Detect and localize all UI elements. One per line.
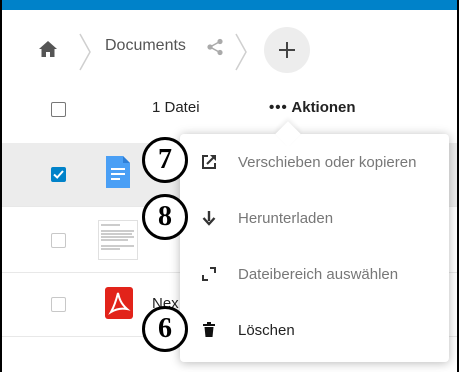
- callout-marker: 8: [142, 194, 188, 240]
- breadcrumb-documents[interactable]: Documents: [105, 37, 186, 55]
- callout-marker: 7: [142, 137, 188, 183]
- document-icon: [106, 156, 130, 188]
- menu-item-label: Verschieben oder kopieren: [238, 153, 417, 171]
- download-arrow-icon: [200, 209, 218, 227]
- actions-menu-button[interactable]: ••• Aktionen: [269, 99, 356, 116]
- menu-item-select-area[interactable]: Dateibereich auswählen: [180, 246, 449, 302]
- pdf-icon: [105, 287, 133, 319]
- actions-dropdown: Verschieben oder kopieren Herunterladen …: [180, 121, 449, 362]
- actions-label: Aktionen: [291, 99, 356, 116]
- trash-icon: [200, 321, 218, 339]
- menu-item-label: Dateibereich auswählen: [238, 265, 399, 283]
- breadcrumb: Documents: [2, 10, 457, 84]
- header-bar: [2, 0, 457, 10]
- breadcrumb-separator-icon: [79, 33, 91, 71]
- more-icon: •••: [269, 99, 288, 116]
- plus-icon: [279, 42, 295, 58]
- menu-item-label: Löschen: [238, 321, 295, 339]
- file-list-header: 1 Datei ••• Aktionen: [2, 84, 457, 136]
- selection-count: 1 Datei: [152, 99, 200, 116]
- select-area-icon: [200, 265, 218, 283]
- menu-item-move-copy[interactable]: Verschieben oder kopieren: [180, 134, 449, 190]
- check-icon: [53, 170, 64, 179]
- app-window: Documents 1 Datei ••• Aktionen Nex Versc…: [0, 0, 459, 372]
- menu-item-label: Herunterladen: [238, 209, 334, 227]
- row-checkbox[interactable]: [51, 297, 66, 312]
- breadcrumb-separator-icon: [235, 33, 247, 71]
- row-checkbox[interactable]: [51, 233, 66, 248]
- share-icon[interactable]: [206, 38, 224, 56]
- row-checkbox[interactable]: [51, 167, 66, 182]
- text-thumbnail-icon: [98, 220, 138, 260]
- callout-marker: 6: [142, 306, 188, 352]
- menu-item-delete[interactable]: Löschen: [180, 302, 449, 358]
- new-file-button[interactable]: [264, 27, 310, 73]
- external-link-icon: [200, 153, 218, 171]
- menu-item-download[interactable]: Herunterladen: [180, 190, 449, 246]
- select-all-checkbox[interactable]: [51, 102, 66, 117]
- home-icon[interactable]: [38, 40, 58, 58]
